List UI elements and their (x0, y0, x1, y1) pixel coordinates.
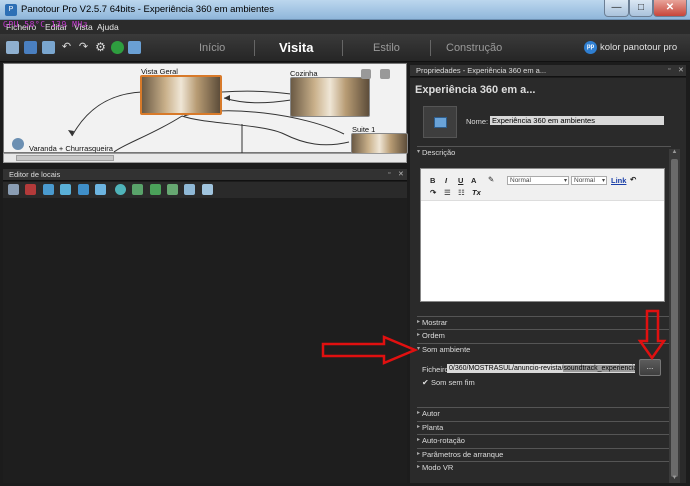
annotation-arrow-down-icon (637, 309, 667, 361)
annotation-arrows (321, 309, 667, 365)
annotation-arrow-right-icon (321, 335, 419, 365)
